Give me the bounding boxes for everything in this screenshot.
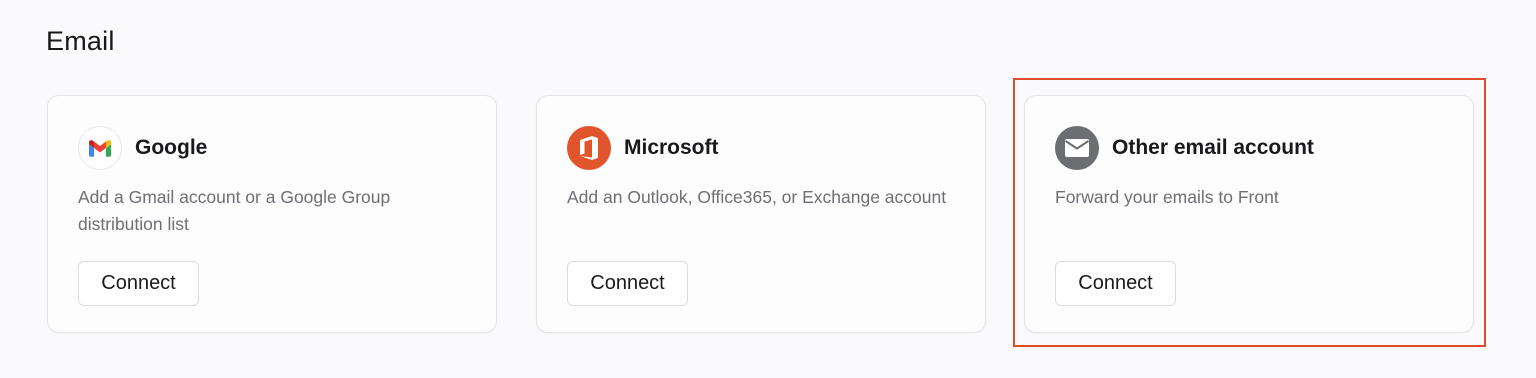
card-header: Google	[78, 126, 207, 170]
connect-google-button[interactable]: Connect	[78, 261, 199, 306]
provider-card-other-email: Other email account Forward your emails …	[1024, 95, 1474, 333]
office-icon	[567, 126, 611, 170]
section-title: Email	[46, 26, 115, 56]
connect-other-email-button[interactable]: Connect	[1055, 261, 1176, 306]
provider-name: Other email account	[1112, 136, 1314, 159]
gmail-icon	[78, 126, 122, 170]
card-header: Microsoft	[567, 126, 719, 170]
provider-description: Forward your emails to Front	[1055, 187, 1279, 207]
provider-name: Microsoft	[624, 136, 719, 159]
provider-name: Google	[135, 136, 208, 159]
provider-description: Add an Outlook, Office365, or Exchange a…	[567, 187, 947, 207]
provider-card-google: Google Add a Gmail account or a Google G…	[47, 95, 497, 333]
envelope-icon	[1055, 126, 1099, 170]
connect-microsoft-button[interactable]: Connect	[567, 261, 688, 306]
provider-card-microsoft: Microsoft Add an Outlook, Office365, or …	[536, 95, 986, 333]
card-header: Other email account	[1055, 126, 1314, 170]
provider-description: Add a Gmail account or a Google Group di…	[78, 187, 391, 234]
